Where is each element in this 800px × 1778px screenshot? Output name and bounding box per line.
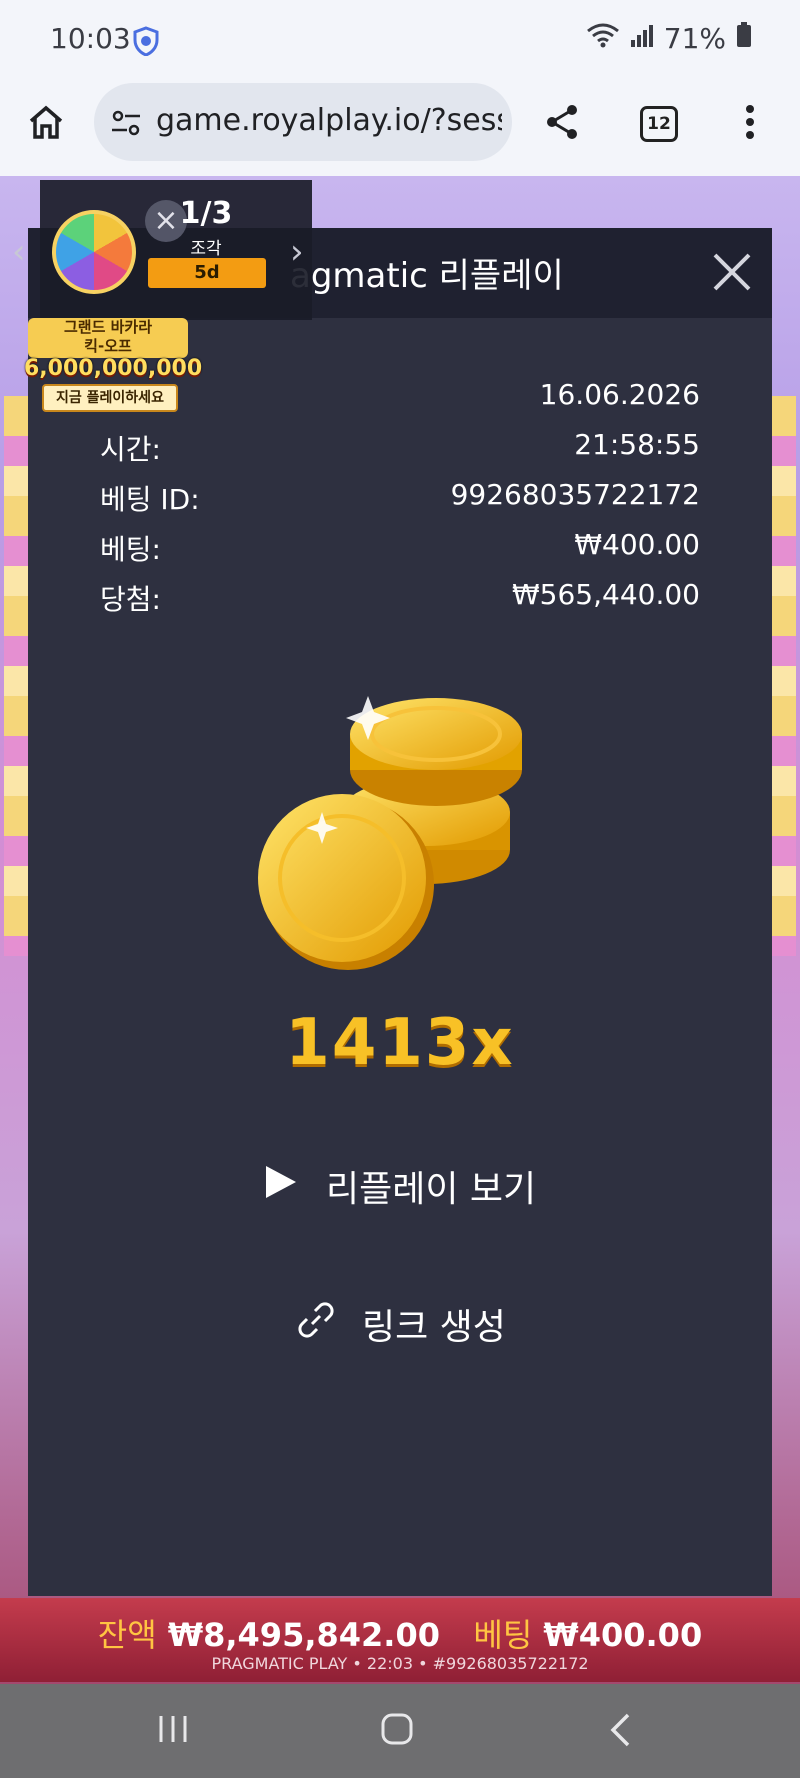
clock: 10:03 — [50, 22, 131, 55]
promo-progress: 1/3 — [179, 196, 233, 231]
win-value: ₩565,440.00 — [511, 578, 700, 611]
bet-label: 베팅 — [473, 1616, 533, 1654]
home-button-icon[interactable] — [380, 1712, 414, 1750]
badge-title: 그랜드 바카라 킥-오프 — [28, 318, 188, 358]
create-link-button[interactable]: 링크 생성 — [296, 1296, 506, 1352]
detail-row: 베팅: ₩400.00 — [100, 528, 700, 578]
create-link-label: 링크 생성 — [362, 1307, 506, 1348]
badge-line1: 그랜드 바카라 — [63, 318, 153, 336]
provider-line: PRAGMATIC PLAY • 22:03 • #99268035722172 — [211, 1654, 589, 1673]
win-label: 당첨: — [100, 583, 161, 616]
time-label: 시간: — [100, 433, 161, 466]
modal-title: agmatic 리플레이 — [290, 256, 564, 296]
share-icon[interactable] — [542, 102, 582, 146]
battery-icon — [736, 22, 752, 55]
promo-days-badge: 5d — [148, 258, 266, 288]
reel-strip-right — [770, 396, 796, 956]
shield-icon — [132, 26, 160, 60]
back-icon[interactable] — [608, 1712, 634, 1752]
more-menu-icon[interactable] — [744, 104, 756, 144]
bet-id-value: 99268035722172 — [450, 478, 700, 511]
promo-pieces-label: 조각 — [190, 239, 222, 259]
date-value: 16.06.2026 — [539, 378, 700, 411]
baccarat-promo-badge[interactable]: 그랜드 바카라 킥-오프 6,000,000,000원 지금 플레이하세요 — [24, 318, 202, 412]
chevron-right-icon[interactable]: › — [290, 232, 304, 272]
gold-coins-icon — [256, 692, 536, 996]
battery-percent: 71% — [663, 22, 726, 55]
bet-amount-value: ₩400.00 — [574, 528, 700, 561]
prize-wheel-icon[interactable] — [52, 210, 136, 294]
chevron-left-icon[interactable]: ‹ — [12, 232, 26, 272]
detail-row: 당첨: ₩565,440.00 — [100, 578, 700, 628]
bet-amount-label: 베팅: — [100, 533, 161, 566]
close-icon[interactable] — [710, 250, 754, 298]
win-multiplier: 1413x — [285, 1006, 515, 1080]
site-settings-icon[interactable] — [110, 107, 142, 143]
signal-icon — [630, 22, 654, 55]
status-bar: 10:03 71% — [0, 0, 800, 80]
system-nav-bar — [0, 1684, 800, 1778]
wifi-icon — [586, 22, 620, 55]
browser-toolbar: game.royalplay.io/?sessi 12 — [0, 80, 800, 176]
bet-value: ₩400.00 — [543, 1616, 703, 1654]
badge-line2: 킥-오프 — [84, 337, 132, 355]
url-text[interactable]: game.royalplay.io/?sessi — [156, 103, 502, 138]
detail-row: 시간: 21:58:55 — [100, 428, 700, 478]
badge-cta: 지금 플레이하세요 — [42, 384, 178, 412]
address-bar[interactable]: game.royalplay.io/?sessi — [94, 83, 512, 161]
replay-modal: agmatic 리플레이 16.06.2026 시간: 21:58:55 베팅 … — [28, 228, 772, 1596]
bet-details: 16.06.2026 시간: 21:58:55 베팅 ID: 992680357… — [100, 378, 700, 628]
balance-line: 잔액 ₩8,495,842.00 베팅 ₩400.00 — [0, 1610, 800, 1656]
balance-label: 잔액 — [97, 1616, 157, 1654]
watch-replay-button[interactable]: 리플레이 보기 — [264, 1158, 536, 1214]
home-icon[interactable] — [26, 102, 66, 146]
watch-replay-label: 리플레이 보기 — [326, 1169, 537, 1210]
reel-strip-left — [4, 396, 30, 956]
game-footer: 잔액 ₩8,495,842.00 베팅 ₩400.00 PRAGMATIC PL… — [0, 1598, 800, 1682]
link-icon — [296, 1300, 336, 1349]
bet-id-label: 베팅 ID: — [100, 483, 200, 516]
system-indicators: 71% — [586, 22, 752, 55]
recent-apps-icon[interactable] — [156, 1712, 190, 1750]
play-icon — [264, 1164, 298, 1209]
balance-value: ₩8,495,842.00 — [167, 1616, 440, 1654]
detail-row: 베팅 ID: 99268035722172 — [100, 478, 700, 528]
tab-switcher-icon[interactable]: 12 — [640, 106, 678, 142]
time-value: 21:58:55 — [574, 428, 700, 461]
